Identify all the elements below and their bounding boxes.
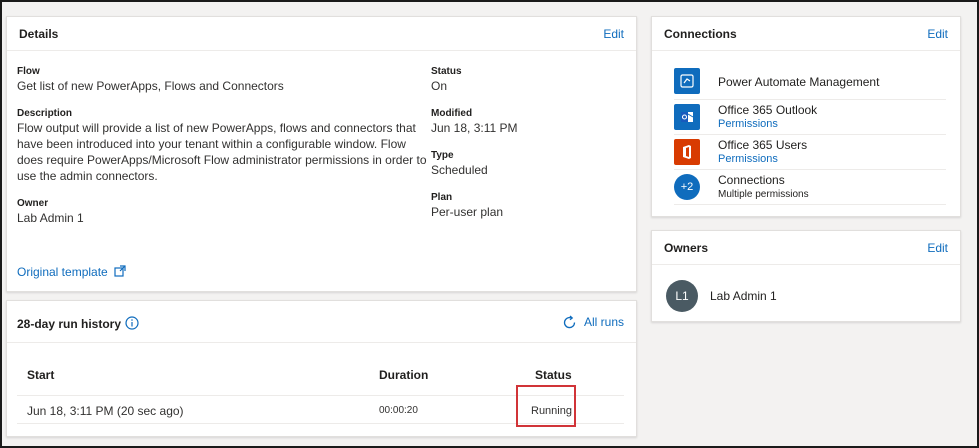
- owner-value: Lab Admin 1: [17, 211, 84, 225]
- more-connections-count: +2: [680, 181, 694, 193]
- type-label: Type: [431, 150, 454, 161]
- connection-item[interactable]: +2 Connections Multiple permissions: [674, 170, 946, 205]
- connection-name: Office 365 Users: [718, 138, 808, 152]
- description-label: Description: [17, 108, 73, 119]
- run-history-header: 28-day run history All runs: [7, 301, 636, 343]
- connection-name: Power Automate Management: [718, 75, 880, 89]
- more-connections-icon: +2: [674, 174, 700, 200]
- description-value: Flow output will provide a list of new P…: [17, 120, 427, 184]
- run-duration: 00:00:20: [379, 405, 418, 416]
- owners-edit-link[interactable]: Edit: [927, 241, 948, 255]
- column-header-start[interactable]: Start: [27, 368, 54, 382]
- owner-name: Lab Admin 1: [710, 289, 777, 303]
- connection-item[interactable]: Power Automate Management: [674, 65, 946, 100]
- details-title: Details: [19, 27, 59, 41]
- modified-label: Modified: [431, 108, 473, 119]
- run-history-card: 28-day run history All runs Start Durati…: [6, 300, 637, 437]
- open-external-icon: [114, 265, 126, 280]
- connection-name: Office 365 Outlook: [718, 103, 818, 117]
- plan-value: Per-user plan: [431, 205, 504, 219]
- status-label: Status: [431, 66, 462, 77]
- owners-card: Owners Edit L1 Lab Admin 1: [651, 230, 961, 322]
- connection-permissions-link[interactable]: Permissions: [718, 153, 778, 165]
- all-runs-button[interactable]: All runs: [562, 315, 624, 333]
- description-line: have been introduced into your tenant wi…: [17, 137, 406, 151]
- run-history-title: 28-day run history: [17, 317, 122, 331]
- refresh-icon: [562, 315, 577, 333]
- connection-item[interactable]: Office 365 Users Permissions: [674, 135, 946, 170]
- avatar: L1: [666, 280, 698, 312]
- type-value: Scheduled: [431, 163, 488, 177]
- status-value: On: [431, 79, 448, 93]
- details-edit-link[interactable]: Edit: [603, 27, 624, 41]
- connections-title: Connections: [664, 27, 737, 41]
- connection-name: Connections: [718, 173, 785, 187]
- original-template-link[interactable]: Original template: [17, 265, 126, 280]
- connection-permissions-text: Multiple permissions: [718, 189, 809, 200]
- connection-item[interactable]: Office 365 Outlook Permissions: [674, 100, 946, 135]
- modified-value: Jun 18, 3:11 PM: [431, 121, 518, 135]
- plan-label: Plan: [431, 192, 453, 203]
- office-icon: [674, 139, 700, 165]
- owner-label: Owner: [17, 198, 49, 209]
- flow-value: Get list of new PowerApps, Flows and Con…: [17, 79, 284, 93]
- description-line: Flow output will provide a list of new P…: [17, 121, 416, 135]
- description-line: use the admin connectors.: [17, 169, 158, 183]
- info-icon[interactable]: [125, 316, 139, 335]
- outlook-icon: [674, 104, 700, 130]
- column-header-duration[interactable]: Duration: [379, 368, 428, 382]
- connection-permissions-link[interactable]: Permissions: [718, 118, 778, 130]
- power-automate-management-icon: [674, 68, 700, 94]
- connections-header: Connections Edit: [652, 17, 960, 51]
- connections-card: Connections Edit Power Automate Manageme…: [651, 16, 961, 217]
- avatar-initials: L1: [675, 289, 689, 303]
- connections-edit-link[interactable]: Edit: [927, 27, 948, 41]
- owners-header: Owners Edit: [652, 231, 960, 265]
- status-highlight-box: [516, 385, 576, 427]
- column-header-status[interactable]: Status: [535, 368, 572, 382]
- description-line: does require PowerApps/Microsoft Flow ad…: [17, 153, 427, 167]
- run-start[interactable]: Jun 18, 3:11 PM (20 sec ago): [27, 404, 184, 418]
- owners-title: Owners: [664, 241, 709, 255]
- all-runs-label[interactable]: All runs: [584, 315, 624, 329]
- details-header: Details Edit: [7, 17, 636, 51]
- original-template-label[interactable]: Original template: [17, 265, 108, 279]
- flow-label: Flow: [17, 66, 40, 77]
- details-card: Details Edit Flow Get list of new PowerA…: [6, 16, 637, 292]
